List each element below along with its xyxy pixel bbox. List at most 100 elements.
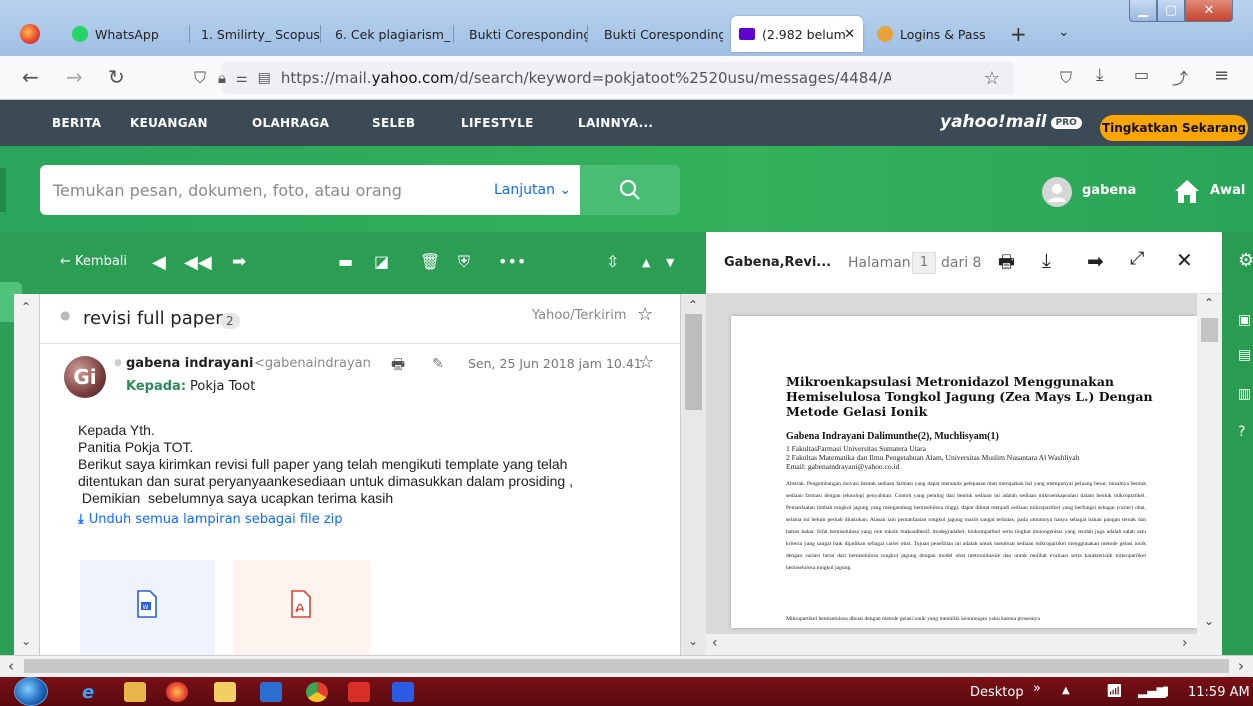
archive-icon[interactable]: ▬ [338, 252, 353, 271]
download-icon[interactable]: ⤓ [1042, 248, 1051, 272]
nav-berita[interactable]: BERITA [52, 116, 101, 130]
tab-bukti-2[interactable]: Bukti Coresponding [596, 16, 723, 52]
scroll-thumb[interactable] [685, 314, 702, 410]
download-icon[interactable]: ⤓ [1096, 65, 1104, 85]
calendar-icon[interactable]: ▤ [1238, 347, 1251, 363]
to-name[interactable]: Pokja Toot [190, 379, 255, 394]
internet-explorer-icon[interactable]: e [82, 682, 104, 703]
close-viewer-icon[interactable]: ✕ [1176, 248, 1193, 272]
hamburger-menu-icon[interactable]: ≡ [1214, 65, 1229, 86]
notepad-icon[interactable]: ▥ [1238, 386, 1251, 402]
scroll-down-icon[interactable]: ⌄ [21, 634, 31, 648]
help-icon[interactable]: ? [1238, 424, 1245, 440]
toolbar-expand-icon[interactable]: » [1033, 681, 1041, 696]
page-number-input[interactable]: 1 [912, 252, 936, 274]
acrobat-icon[interactable] [348, 682, 370, 702]
attachment-clip-icon[interactable]: ✎ [432, 356, 444, 372]
tab-bukti-1[interactable]: Bukti Coresponding [461, 16, 588, 52]
explorer-folder-icon[interactable] [214, 682, 236, 702]
scroll-left-icon[interactable]: ‹ [712, 635, 718, 651]
scroll-up-icon[interactable]: ⌃ [688, 298, 698, 312]
print-icon[interactable]: 🖶︎ [391, 354, 405, 379]
scroll-down-icon[interactable]: ⌄ [1204, 614, 1214, 628]
contacts-icon[interactable]: ▣ [1238, 312, 1251, 328]
username-label[interactable]: gabena [1082, 183, 1136, 198]
settings-gear-icon[interactable]: ⚙ [1238, 250, 1253, 271]
print-icon[interactable]: 🖶︎ [998, 250, 1015, 280]
minimize-button[interactable]: ▁ [1129, 0, 1157, 22]
nav-seleb[interactable]: SELEB [372, 116, 415, 130]
word-icon[interactable] [392, 682, 414, 702]
forward-icon[interactable]: ➡︎ [1087, 249, 1104, 273]
scroll-right-icon[interactable]: › [1238, 657, 1244, 675]
desktop-toolbar[interactable]: Desktop [970, 685, 1024, 700]
maximize-button[interactable]: ▢ [1157, 0, 1185, 22]
delete-icon[interactable]: 🗑︎ [420, 252, 440, 271]
tab-plagiarism[interactable]: 6. Cek plagiarism_ [327, 16, 454, 52]
page-hscrollbar[interactable]: ‹ › [0, 655, 1253, 677]
advanced-search-button[interactable]: Lanjutan ⌄ [494, 182, 571, 198]
back-arrow-icon[interactable]: ← [22, 65, 39, 89]
url-bar[interactable]: ⛉ 🔒︎ ⚌ ▤ https://mail.yahoo.com/d/search… [194, 62, 1014, 94]
thread-folder[interactable]: Yahoo/Terkirim [532, 308, 626, 323]
forward-icon[interactable]: ➡︎ [232, 252, 246, 272]
search-button[interactable] [580, 165, 680, 215]
download-all-link[interactable]: ⤓ Unduh semua lampiran sebagai file zip [78, 512, 343, 527]
tab-whatsapp[interactable]: WhatsApp [64, 16, 190, 52]
expand-icon[interactable]: ⤢ [1130, 248, 1144, 269]
user-avatar[interactable] [1042, 177, 1072, 207]
spam-shield-icon[interactable]: ⛨ [458, 252, 470, 272]
firefox-taskbar-icon[interactable] [166, 682, 188, 702]
forward-arrow-icon[interactable]: → [66, 65, 83, 89]
tray-arrow-icon[interactable]: ▲ [1062, 685, 1070, 696]
close-window-button[interactable]: ✕ [1185, 0, 1233, 22]
media-icon[interactable] [124, 682, 146, 702]
chrome-icon[interactable] [306, 682, 328, 702]
prev-message-icon[interactable]: ▲ [642, 256, 650, 269]
next-message-icon[interactable]: ▼ [666, 256, 674, 269]
network-icon[interactable]: 📶︎ [1106, 684, 1123, 699]
message-scrollbar[interactable]: ⌃ ⌄ [680, 294, 706, 655]
firefox-logo-icon[interactable] [20, 24, 40, 44]
reply-all-icon[interactable]: ◀︎◀︎ [184, 252, 212, 273]
more-icon[interactable]: ••• [498, 252, 526, 271]
viewer-scrollbar[interactable]: ⌃ ⌄ [1197, 294, 1222, 634]
move-icon[interactable]: ◪ [374, 252, 389, 271]
expand-view-icon[interactable]: ⇳ [606, 252, 619, 271]
left-scrollbar[interactable]: ⌃ ⌄ [14, 294, 40, 655]
home-label[interactable]: Awal [1210, 183, 1245, 198]
reply-icon[interactable]: ◀︎ [152, 252, 166, 273]
share-icon[interactable]: ⤴ [1172, 65, 1188, 89]
nav-keuangan[interactable]: KEUANGAN [130, 116, 208, 130]
tab-list-chevron-icon[interactable]: ⌄ [1058, 24, 1070, 40]
attachment-word[interactable]: W [80, 560, 215, 655]
nav-olahraga[interactable]: OLAHRAGA [252, 116, 329, 130]
start-button-icon[interactable] [14, 677, 48, 706]
nav-lifestyle[interactable]: LIFESTYLE [461, 116, 534, 130]
scroll-up-icon[interactable]: ⌃ [1204, 296, 1214, 310]
library-icon[interactable]: ▭ [1134, 65, 1149, 84]
bookmark-star-icon[interactable]: ☆ [984, 68, 1000, 89]
scroll-thumb[interactable] [1201, 318, 1218, 342]
thread-star-icon[interactable]: ☆ [637, 304, 653, 325]
scroll-down-icon[interactable]: ⌄ [688, 634, 698, 648]
yahoo-mail-logo[interactable]: yahoo!mail PRO [940, 112, 1082, 132]
tab-yahoo-mail[interactable]: (2.982 belum ✕ [731, 16, 863, 52]
battery-icon[interactable]: ▮ [1162, 684, 1169, 699]
sender-name[interactable]: gabena indrayani [126, 356, 254, 371]
home-icon[interactable] [1172, 176, 1202, 206]
scroll-right-icon[interactable]: › [1182, 635, 1188, 651]
scroll-thumb[interactable] [24, 659, 1229, 673]
tab-logins[interactable]: Logins & Pass [869, 16, 997, 52]
new-tab-icon[interactable]: + [1010, 22, 1027, 46]
upgrade-button[interactable]: Tingkatkan Sekarang [1100, 115, 1248, 141]
outlook-icon[interactable] [260, 682, 282, 702]
scroll-left-icon[interactable]: ‹ [8, 657, 14, 675]
reload-icon[interactable]: ↻ [108, 65, 125, 89]
close-tab-icon[interactable]: ✕ [844, 27, 855, 42]
tab-smilirty[interactable]: 1. Smilirty_ Scopus [193, 16, 321, 52]
nav-lainnya[interactable]: LAINNYA... [578, 116, 653, 130]
back-button[interactable]: ← Kembali [60, 254, 127, 269]
message-star-icon[interactable]: ☆ [638, 352, 654, 373]
message-avatar[interactable]: Gi [64, 356, 106, 398]
